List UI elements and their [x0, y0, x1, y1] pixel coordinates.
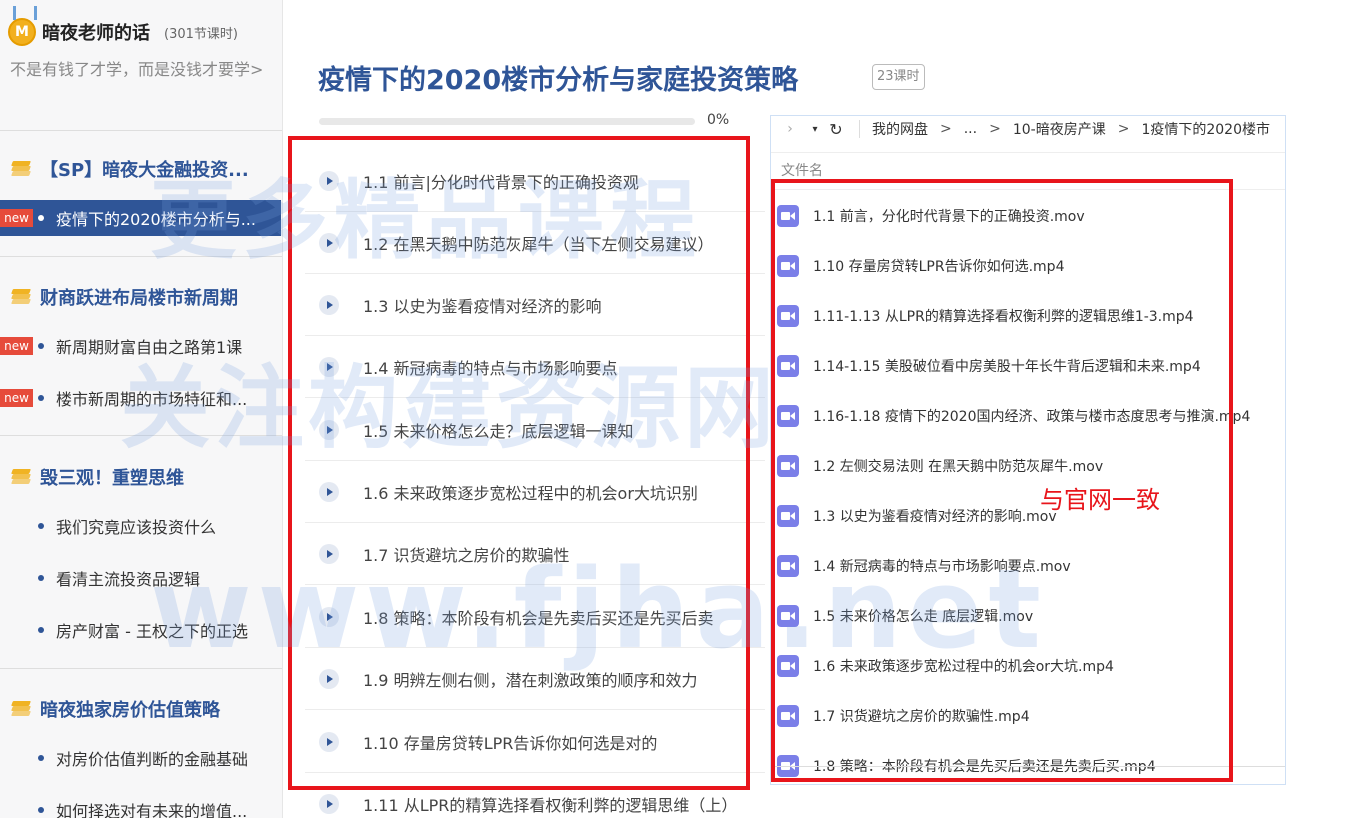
section-title[interactable]: 暗夜独家房价估值策略	[11, 696, 220, 722]
new-badge: new	[0, 389, 33, 407]
annotation-box-files	[771, 179, 1233, 782]
divider	[0, 435, 282, 436]
divider	[0, 668, 282, 669]
sidebar-item[interactable]: 房产财富 - 王权之下的正选	[0, 612, 281, 648]
bullet-icon	[38, 523, 44, 529]
bullet-icon	[38, 395, 44, 401]
sidebar-item-label: 新周期财富自由之路第1课	[56, 338, 243, 357]
sidebar-item-label: 我们究竟应该投资什么	[56, 518, 217, 537]
bullet-icon	[38, 215, 44, 221]
section-title[interactable]: 【SP】暗夜大金融投资...	[11, 156, 249, 182]
sidebar-item-label: 看清主流投资品逻辑	[56, 570, 201, 589]
section-title-text: 【SP】暗夜大金融投资...	[40, 160, 249, 181]
section-title-text: 暗夜独家房价估值策略	[40, 700, 220, 721]
layers-icon	[11, 701, 31, 717]
bullet-icon	[38, 575, 44, 581]
dropdown-icon[interactable]: ▾	[807, 124, 823, 135]
annotation-text: 与官网一致	[1040, 486, 1160, 514]
bullet-icon	[38, 755, 44, 761]
section-title-text: 毁三观！重塑思维	[40, 468, 184, 489]
layers-icon	[11, 469, 31, 485]
sidebar-item-label: 疫情下的2020楼市分析与...	[56, 210, 256, 229]
teacher-motto-link[interactable]: 不是有钱了才学，而是没钱才要学>	[10, 56, 272, 84]
bullet-icon	[38, 343, 44, 349]
sidebar-item[interactable]: 看清主流投资品逻辑	[0, 560, 281, 596]
teacher-header[interactable]: M 暗夜老师的话 (301节课时)	[8, 18, 238, 46]
breadcrumb-item[interactable]: 我的网盘	[872, 119, 928, 139]
section-title-text: 财商跃进布局楼市新周期	[40, 288, 238, 309]
breadcrumb-separator: >	[989, 121, 1001, 137]
play-icon	[319, 793, 339, 814]
file-browser-toolbar: › ▾ ↻ 我的网盘 > ... > 10-暗夜房产课 > 1疫情下的2020楼…	[771, 116, 1285, 142]
course-sidebar: M 暗夜老师的话 (301节课时) 不是有钱了才学，而是没钱才要学> 【SP】暗…	[0, 0, 283, 818]
page-title: 疫情下的2020楼市分析与家庭投资策略	[318, 65, 799, 96]
breadcrumb-separator: >	[940, 121, 952, 137]
forward-icon[interactable]: ›	[779, 121, 801, 137]
sidebar-item-label: 对房价估值判断的金融基础	[56, 750, 249, 769]
layers-icon	[11, 289, 31, 305]
divider	[0, 130, 282, 131]
sidebar-item[interactable]: 对房价估值判断的金融基础	[0, 740, 281, 776]
breadcrumb-item[interactable]: 10-暗夜房产课	[1013, 119, 1106, 139]
refresh-icon[interactable]: ↻	[823, 120, 849, 139]
lesson-count-badge: 23课时	[872, 64, 925, 90]
sidebar-item-label: 房产财富 - 王权之下的正选	[56, 622, 248, 641]
sidebar-item-label: 如何择选对有未来的增值...	[56, 802, 248, 818]
sidebar-item[interactable]: 我们究竟应该投资什么	[0, 508, 281, 544]
new-badge: new	[0, 337, 33, 355]
progress-bar	[319, 118, 695, 125]
sidebar-item[interactable]: new 疫情下的2020楼市分析与...	[0, 200, 281, 236]
layers-icon	[11, 161, 31, 177]
breadcrumb-item[interactable]: 1疫情下的2020楼市	[1141, 119, 1270, 139]
teacher-name[interactable]: 暗夜老师的话	[42, 19, 150, 45]
lesson-count: (301节课时)	[164, 26, 238, 42]
medal-icon: M	[8, 18, 36, 46]
new-badge: new	[0, 209, 33, 227]
progress-text: 0%	[707, 112, 730, 128]
bullet-icon	[38, 627, 44, 633]
sidebar-item[interactable]: new 楼市新周期的市场特征和...	[0, 380, 281, 416]
sidebar-item[interactable]: new 新周期财富自由之路第1课	[0, 328, 281, 364]
sidebar-item[interactable]: 如何择选对有未来的增值...	[0, 792, 281, 818]
sidebar-item-label: 楼市新周期的市场特征和...	[56, 390, 248, 409]
section-title[interactable]: 财商跃进布局楼市新周期	[11, 284, 238, 310]
annotation-box-lessons	[288, 136, 750, 790]
breadcrumb-separator: >	[1117, 121, 1130, 137]
section-title[interactable]: 毁三观！重塑思维	[11, 464, 184, 490]
bullet-icon	[38, 807, 44, 813]
divider	[0, 256, 282, 257]
lesson-title: 1.11 从LPR的精算选择看权衡利弊的逻辑思维（上）	[363, 795, 738, 815]
breadcrumb-item[interactable]: ...	[964, 121, 977, 137]
